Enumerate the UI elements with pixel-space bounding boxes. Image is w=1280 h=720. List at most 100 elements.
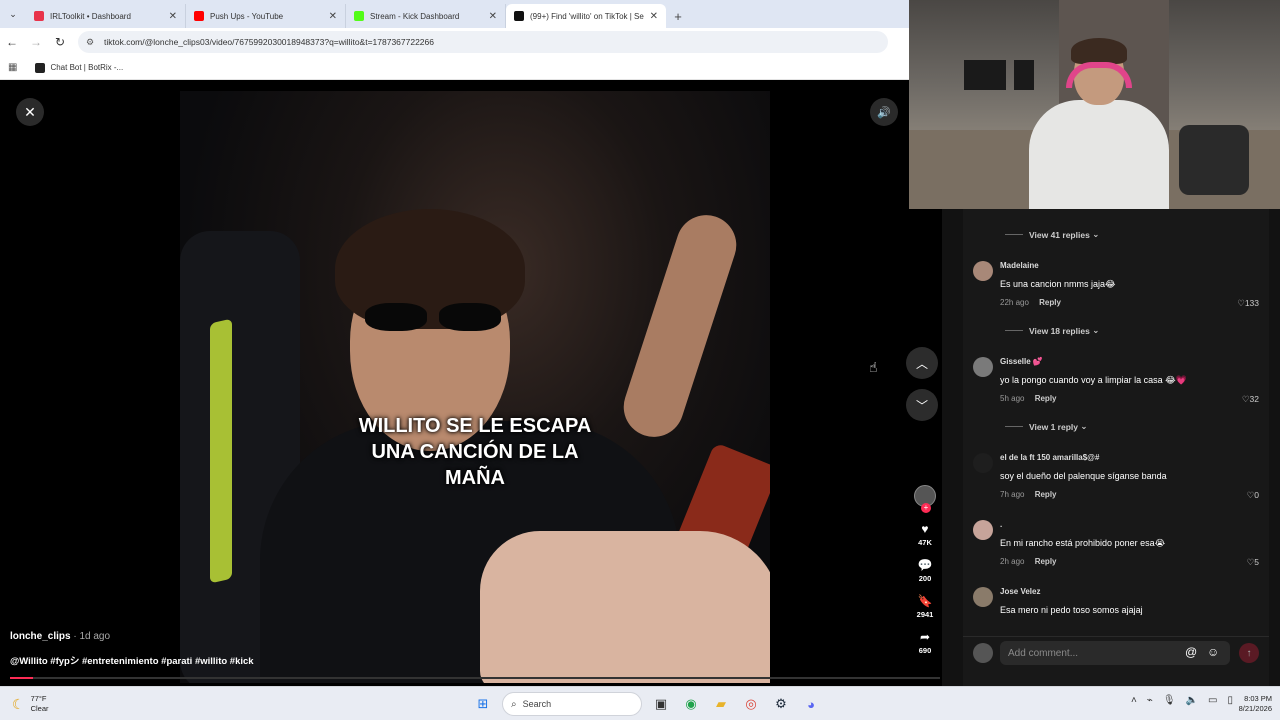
close-video-button[interactable]: ✕ xyxy=(16,98,44,126)
video-frame[interactable]: WILLITO SE LE ESCAPA UNA CANCIÓN DE LA M… xyxy=(180,91,770,683)
reply-button[interactable]: Reply xyxy=(1035,490,1057,499)
microphone-icon[interactable]: 🎙 xyxy=(1163,695,1176,706)
video-author-line: lonche_clips · 1d ago xyxy=(10,631,110,642)
share-button[interactable]: ➦ 690 xyxy=(918,631,932,656)
new-tab-plus-icon[interactable]: + xyxy=(666,4,690,28)
taskbar-search[interactable]: ⌕ Search xyxy=(502,692,642,716)
chrome-icon[interactable]: ◎ xyxy=(739,692,763,716)
comment-button[interactable]: 💬 200 xyxy=(918,559,933,584)
screen: ⌄ IRLToolkit • Dashboard ✕ Push Ups - Yo… xyxy=(0,0,1280,720)
apps-grid-icon[interactable]: ▦ xyxy=(8,62,17,73)
comment-like-count: 133 xyxy=(1244,298,1259,308)
add-comment-placeholder: Add comment... xyxy=(1008,647,1079,659)
app-green-icon[interactable]: ◉ xyxy=(679,692,703,716)
post-age: · 1d ago xyxy=(73,631,111,642)
commenter-name[interactable]: el de la ft 150 amarilla$@# xyxy=(1000,453,1099,462)
clock-date: 8/21/2026 xyxy=(1238,704,1272,713)
commenter-avatar[interactable] xyxy=(973,357,993,377)
youtube-favicon-icon xyxy=(194,11,204,21)
steam-icon[interactable]: ⚙ xyxy=(769,692,793,716)
add-comment-bar: Add comment... @ ☺ ↑ xyxy=(963,636,1269,668)
follow-plus-icon[interactable]: + xyxy=(921,503,931,513)
url-field[interactable]: ⚙ tiktok.com/@lonche_clips03/video/76759… xyxy=(78,31,888,53)
previous-video-button[interactable]: ︿ xyxy=(906,347,938,379)
save-button[interactable]: 🔖 2941 xyxy=(917,595,934,620)
moon-icon: ☾ xyxy=(12,695,25,712)
arrow-up-icon: ↑ xyxy=(1246,647,1252,659)
comment-like[interactable]: ♡32 xyxy=(1242,394,1259,405)
tab-close-icon[interactable]: ✕ xyxy=(169,11,177,22)
share-count: 690 xyxy=(918,646,932,655)
forward-arrow-icon[interactable]: → xyxy=(24,35,48,49)
windows-start-icon[interactable]: ⊞ xyxy=(471,692,495,716)
reply-button[interactable]: Reply xyxy=(1035,557,1057,566)
tab-title: Push Ups - YouTube xyxy=(210,11,284,21)
volume-button[interactable]: 🔊 xyxy=(870,98,898,126)
commenter-name[interactable]: Madelaine xyxy=(1000,261,1039,270)
comment-like[interactable]: ♡5 xyxy=(1247,557,1259,568)
reply-button[interactable]: Reply xyxy=(1039,298,1061,307)
chevron-up-icon: ︿ xyxy=(915,356,928,371)
tab-search-dropdown-icon[interactable]: ⌄ xyxy=(0,0,26,28)
reload-icon[interactable]: ↻ xyxy=(48,35,72,49)
my-avatar xyxy=(973,643,993,663)
tab-close-icon[interactable]: ✕ xyxy=(329,11,337,22)
video-progress-bar[interactable] xyxy=(10,677,940,679)
tab-close-icon[interactable]: ✕ xyxy=(489,11,497,22)
taskbar-apps: ⊞ ⌕ Search ▣ ◉ ▰ ◎ ⚙ ◕ xyxy=(468,692,826,716)
site-info-icon[interactable]: ⚙ xyxy=(86,37,98,48)
discord-icon[interactable]: ◕ xyxy=(799,692,823,716)
webcam-chair xyxy=(1179,125,1249,195)
speaker-icon[interactable]: 🔈 xyxy=(1186,695,1198,706)
view-replies-toggle[interactable]: View 41 replies ⌄ xyxy=(1005,229,1099,240)
weather-condition: Clear xyxy=(30,704,49,713)
bookmark-chat-bot[interactable]: Chat Bot | BotRix -... xyxy=(50,63,123,72)
author-name[interactable]: lonche_clips xyxy=(10,631,71,642)
video-caption: WILLITO SE LE ESCAPA UNA CANCIÓN DE LA M… xyxy=(310,413,640,491)
comment-like[interactable]: ♡0 xyxy=(1247,490,1259,501)
commenter-avatar[interactable] xyxy=(973,520,993,540)
comment-item: Jose Velez Esa mero ni pedo toso somos a… xyxy=(973,587,1263,627)
comment-item: el de la ft 150 amarilla$@# soy el dueño… xyxy=(973,453,1263,501)
tab-irltoolkit[interactable]: IRLToolkit • Dashboard ✕ xyxy=(26,4,186,28)
taskbar-clock[interactable]: 8:03 PM 8/21/2026 xyxy=(1222,694,1272,714)
chevron-up-icon[interactable]: ˄ xyxy=(1131,695,1137,706)
commenter-avatar[interactable] xyxy=(973,453,993,473)
webcam-hair xyxy=(1071,38,1127,64)
mention-at-icon[interactable]: @ xyxy=(1185,645,1197,659)
comment-item: Madelaine Es una cancion nmms jaja😂 22h … xyxy=(973,261,1263,309)
reply-button[interactable]: Reply xyxy=(1035,394,1057,403)
search-icon: ⌕ xyxy=(511,698,517,710)
commenter-avatar[interactable] xyxy=(973,261,993,281)
like-count: 47K xyxy=(918,538,932,547)
commenter-name[interactable]: Jose Velez xyxy=(1000,587,1040,596)
emoji-icon[interactable]: ☺ xyxy=(1207,645,1219,659)
irltoolkit-favicon-icon xyxy=(34,11,44,21)
video-player[interactable]: WILLITO SE LE ESCAPA UNA CANCIÓN DE LA M… xyxy=(0,81,942,686)
display-icon[interactable]: ▭ xyxy=(1208,695,1217,706)
tab-kick[interactable]: Stream - Kick Dashboard ✕ xyxy=(346,4,506,28)
tab-close-icon[interactable]: ✕ xyxy=(650,11,658,22)
tab-tiktok[interactable]: (99+) Find 'willito' on TikTok | Se ✕ xyxy=(506,4,666,28)
author-avatar[interactable]: + xyxy=(914,485,936,513)
view-replies-toggle[interactable]: View 1 reply ⌄ xyxy=(1005,421,1087,432)
file-explorer-icon[interactable]: ▰ xyxy=(709,692,733,716)
commenter-name[interactable]: . xyxy=(1000,520,1002,529)
network-icon[interactable]: ⌁ xyxy=(1147,695,1153,706)
comment-like[interactable]: ♡133 xyxy=(1237,298,1259,309)
comment-item: Gisselle 💕 yo la pongo cuando voy a limp… xyxy=(973,357,1263,405)
video-description[interactable]: @Willito #fypシ #entretenimiento #parati … xyxy=(10,653,254,667)
commenter-name[interactable]: Gisselle 💕 xyxy=(1000,357,1043,366)
task-view-icon[interactable]: ▣ xyxy=(649,692,673,716)
bookmarks-bar: ▦ Chat Bot | BotRix -... xyxy=(0,56,909,80)
back-arrow-icon[interactable]: ← xyxy=(0,35,24,49)
tab-youtube[interactable]: Push Ups - YouTube ✕ xyxy=(186,4,346,28)
video-hand xyxy=(480,531,770,683)
post-comment-button[interactable]: ↑ xyxy=(1239,643,1259,663)
like-button[interactable]: ♥ 47K xyxy=(918,523,932,548)
botrix-bookmark-icon xyxy=(35,62,46,73)
next-video-button[interactable]: ﹀ xyxy=(906,389,938,421)
commenter-avatar[interactable] xyxy=(973,587,993,607)
weather-widget[interactable]: ☾ 77°F Clear xyxy=(12,694,49,714)
view-replies-toggle[interactable]: View 18 replies ⌄ xyxy=(1005,325,1099,336)
